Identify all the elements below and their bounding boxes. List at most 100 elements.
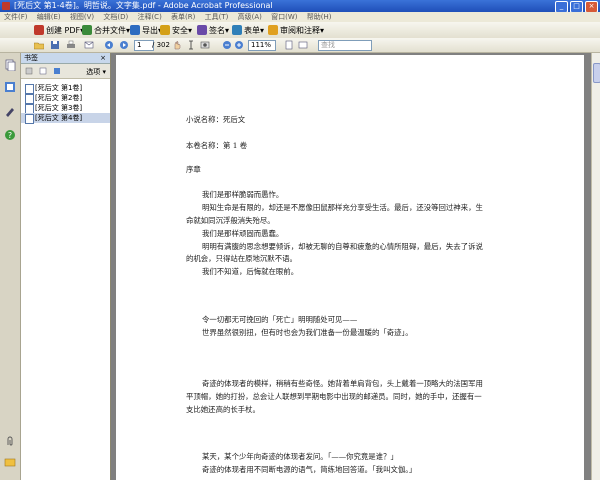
acrobat-app-icon (2, 2, 10, 10)
bookmark-delete-icon[interactable] (25, 67, 33, 75)
title-bar: [死后文 第1-4卷]。明哲说。文字集.pdf - Adobe Acrobat … (0, 0, 600, 13)
create-pdf-button[interactable]: 创建 PDF▾ (34, 24, 84, 36)
page-number-input[interactable]: 1 (134, 40, 154, 51)
lock-icon (160, 25, 170, 35)
pdf-page: 小说名称：死后文 本卷名称：第 1 卷 序章 我们是那样脆弱而愚怍。 明知生命是… (116, 55, 584, 480)
bookmark-list: [死后文 第1卷] [死后文 第2卷] [死后文 第3卷] [死后文 第4卷] (21, 79, 110, 124)
doc-line: 令一切都无可挽回的「死亡」明明随处可见—— (202, 315, 358, 324)
doc-line: 的机会，只得站在原地沉默不语。 (186, 254, 297, 263)
review-comment-button[interactable]: 审阅和注释 ▾ (268, 24, 324, 36)
fit-width-icon[interactable] (298, 40, 308, 50)
review-comment-label: 审阅和注释 (280, 25, 320, 35)
forms-button[interactable]: 表单 ▾ (232, 24, 264, 36)
menu-help[interactable]: 帮助(H) (307, 13, 332, 21)
sign-button[interactable]: 签名 ▾ (197, 24, 229, 36)
doc-line: 命就如同沉浮般消失殆尽。 (186, 216, 275, 225)
combine-files-button[interactable]: 合并文件 ▾ (82, 24, 130, 36)
snapshot-tool-icon[interactable] (200, 40, 210, 50)
svg-text:?: ? (8, 131, 12, 140)
secure-button[interactable]: 安全 ▾ (160, 24, 192, 36)
email-icon[interactable] (84, 40, 94, 50)
doc-line: 明明有满腹的思念想要倾诉，却被无聊的自尊和疲惫的心情所阻碍，最后，失去了诉说 (202, 242, 483, 251)
doc-line: 我们是那样顽固而愚蠢。 (202, 229, 284, 238)
bookmark-options-label: 选项 (86, 68, 101, 76)
zoom-level-select[interactable]: 111% (248, 40, 276, 51)
menu-tools[interactable]: 工具(T) (205, 13, 229, 21)
doc-line: 支比她还高的长手杖。 (186, 405, 260, 414)
doc-line: 小说名称：死后文 (186, 115, 246, 124)
menu-forms[interactable]: 表单(R) (171, 13, 195, 21)
bookmark-page-icon (25, 114, 34, 124)
bookmarks-panel-header: 书签 × (21, 53, 110, 64)
zoom-in-icon[interactable] (234, 40, 244, 50)
hand-tool-icon[interactable] (172, 40, 182, 50)
previous-page-icon[interactable] (104, 40, 114, 50)
navigation-pane-strip: ? (0, 53, 21, 480)
menu-comments[interactable]: 注释(C) (137, 13, 161, 21)
save-icon[interactable] (50, 40, 60, 50)
sign-label: 签名 (209, 25, 225, 35)
doc-line: 本卷名称：第 1 卷 (186, 141, 248, 150)
menu-document[interactable]: 文档(D) (103, 13, 128, 21)
select-text-icon[interactable] (186, 40, 196, 50)
menu-file[interactable]: 文件(F) (4, 13, 28, 21)
bookmark-label: [死后文 第2卷] (35, 94, 83, 102)
print-icon[interactable] (66, 40, 76, 50)
menu-advanced[interactable]: 高级(A) (238, 13, 262, 21)
bookmarks-toolbar: 选项 ▾ (21, 64, 110, 79)
secure-label: 安全 (172, 25, 188, 35)
export-icon (130, 25, 140, 35)
bookmark-options-button[interactable]: 选项 ▾ (86, 67, 106, 77)
doc-line: 某天，某个少年向奇迹的体现者发问。「——你究竟是谁？」 (202, 452, 398, 461)
page-total: / 302 (152, 41, 170, 49)
sign-pen-icon (197, 25, 207, 35)
fit-page-icon[interactable] (284, 40, 294, 50)
bookmark-label: [死后文 第4卷] (35, 114, 83, 122)
attachments-icon[interactable] (4, 435, 16, 447)
bookmark-label: [死后文 第3卷] (35, 104, 83, 112)
scrollbar-thumb[interactable] (593, 63, 600, 83)
doc-line: 世界虽然很别扭，但有时也会为我们准备一份最温暖的「奇迹」。 (202, 328, 413, 337)
signatures-panel-icon[interactable] (4, 105, 16, 117)
vertical-scrollbar[interactable] (591, 53, 600, 480)
new-bookmark-icon[interactable] (39, 67, 47, 75)
bookmark-item-3[interactable]: [死后文 第3卷] (21, 103, 110, 114)
open-folder-icon[interactable] (34, 40, 44, 50)
menu-bar: 文件(F) 编辑(E) 视图(V) 文档(D) 注释(C) 表单(R) 工具(T… (0, 12, 600, 22)
zoom-out-icon[interactable] (222, 40, 232, 50)
find-input[interactable]: 查找 (318, 40, 372, 51)
bookmark-item-2[interactable]: [死后文 第2卷] (21, 93, 110, 104)
create-pdf-label: 创建 PDF (46, 25, 81, 35)
doc-line: 奇迹的体现者用不同断电源的语气，简练地回答道。「我叫文伽。」 (202, 465, 417, 474)
document-viewport: 小说名称：死后文 本卷名称：第 1 卷 序章 我们是那样脆弱而愚怍。 明知生命是… (111, 53, 591, 480)
forms-label: 表单 (244, 25, 260, 35)
close-panel-button[interactable]: × (100, 53, 106, 63)
task-toolbar: 创建 PDF▾ 合并文件▾ 导出▾ 安全▾ 签名▾ 表单▾ 审阅和注释▾ (0, 22, 600, 39)
pages-panel-icon[interactable] (4, 59, 16, 71)
bookmarks-panel: 书签 × 选项 ▾ [死后文 第1卷] [死后文 第2卷] [死后文 第3卷] … (21, 53, 111, 480)
menu-view[interactable]: 视图(V) (70, 13, 94, 21)
bookmark-label: [死后文 第1卷] (35, 84, 83, 92)
doc-line: 我们不知道，后悔就在眼前。 (202, 267, 299, 276)
help-icon[interactable]: ? (4, 129, 16, 141)
doc-line: 奇迹的体现者的模样，稍稍有些奇怪。她背着单肩背包，头上戴着一顶略大的法国军用 (202, 379, 483, 388)
forms-icon (232, 25, 242, 35)
export-label: 导出 (142, 25, 158, 35)
window-title: [死后文 第1-4卷]。明哲说。文字集.pdf - Adobe Acrobat … (14, 1, 273, 10)
comments-panel-icon[interactable] (4, 457, 16, 469)
menu-window[interactable]: 窗口(W) (271, 13, 297, 21)
navigation-toolbar: 1 / 302 111% 查找 (0, 38, 600, 53)
bookmarks-panel-icon[interactable] (4, 81, 16, 93)
combine-files-label: 合并文件 (94, 25, 126, 35)
combine-files-icon (82, 25, 92, 35)
bookmarks-panel-title: 书签 (24, 54, 38, 62)
comment-icon (268, 25, 278, 35)
create-pdf-icon (34, 25, 44, 35)
bookmark-item-1[interactable]: [死后文 第1卷] (21, 83, 110, 94)
doc-line: 明知生命是有限的，却还是不愿像田鼠那样充分享受生活。最后，还没等回过神来，生 (202, 203, 483, 212)
export-button[interactable]: 导出▾ (130, 24, 162, 36)
menu-edit[interactable]: 编辑(E) (37, 13, 61, 21)
bookmark-item-4[interactable]: [死后文 第4卷] (21, 113, 110, 124)
expand-bookmark-icon[interactable] (53, 67, 61, 75)
next-page-icon[interactable] (119, 40, 129, 50)
